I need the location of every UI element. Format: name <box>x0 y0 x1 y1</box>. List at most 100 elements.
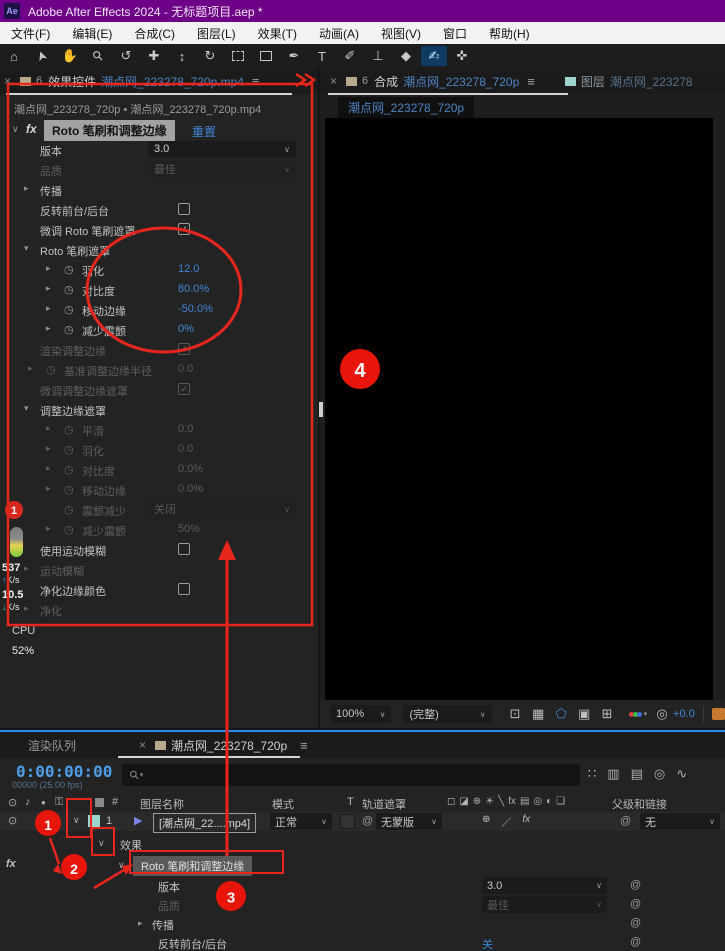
panel-menu-icon[interactable]: ≡ <box>300 738 308 753</box>
mini-flowchart-icon[interactable]: ∷ <box>588 766 596 782</box>
layer-visibility-icon[interactable]: ⊙ <box>8 814 17 827</box>
expand-arrow-icon[interactable]: ▸ <box>46 443 51 454</box>
roto-brush-tool-icon[interactable]: ✍ <box>421 46 447 66</box>
property-dropdown[interactable]: 3.0∨ <box>148 141 296 157</box>
resolution-select[interactable]: (完整)∨ <box>403 705 491 723</box>
expand-arrow-icon[interactable]: ▸ <box>46 263 51 274</box>
stopwatch-icon[interactable]: ◷ <box>64 443 74 456</box>
fx-badge-icon[interactable]: fx <box>6 858 16 870</box>
render-queue-tab[interactable]: 渲染队列 <box>28 737 76 754</box>
track-matte-column-header[interactable]: 轨道遮罩 <box>362 796 406 812</box>
close-icon[interactable]: × <box>330 74 337 88</box>
expand-arrow-icon[interactable]: ▾ <box>24 403 29 414</box>
mode-column-header[interactable]: 模式 <box>272 796 294 812</box>
expand-arrow-icon[interactable]: ▸ <box>46 463 51 474</box>
property-value[interactable]: 0.0 <box>178 423 193 435</box>
property-checkbox[interactable]: ✓ <box>178 383 190 395</box>
layer-tab[interactable]: 图层 <box>581 73 605 90</box>
stopwatch-icon[interactable]: ◷ <box>64 303 74 316</box>
pickwhip-icon[interactable]: @ <box>630 917 641 929</box>
zoom-select[interactable]: 100%∨ <box>330 705 391 723</box>
parent-pickwhip-icon[interactable]: @ <box>620 815 631 827</box>
orbit-camera-tool-icon[interactable]: ↺ <box>113 46 139 66</box>
rectangle-tool-icon[interactable] <box>253 46 279 66</box>
timeline-comp-tab[interactable]: 潮点网_223278_720p <box>171 737 287 754</box>
selection-tool-icon[interactable]: ➤ <box>28 40 56 71</box>
expand-arrow-icon[interactable]: ▸ <box>28 363 33 374</box>
composition-view[interactable] <box>325 118 713 700</box>
hand-tool-icon[interactable]: ✋ <box>57 46 83 66</box>
region-of-interest-icon[interactable]: ▣ <box>573 706 596 722</box>
reset-link[interactable]: 重置 <box>192 123 216 140</box>
property-value[interactable]: 0% <box>178 323 194 335</box>
motion-blur-icon[interactable]: ◎ <box>654 766 665 782</box>
stopwatch-icon[interactable]: ◷ <box>64 523 74 536</box>
layer-row[interactable]: ⊙ ∨ 1 ▶ [潮点网_22....mp4] 正常∨ @ 无蒙版∨ ⊕／fx … <box>0 812 725 831</box>
track-matte-select[interactable]: 无蒙版∨ <box>376 813 442 830</box>
layer-source-name[interactable]: [潮点网_22....mp4] <box>153 813 256 833</box>
home-tool-icon[interactable]: ⌂ <box>1 46 27 66</box>
guides-icon[interactable]: ⊞ <box>596 706 619 722</box>
effect-row[interactable]: fx ∨ Roto 笔刷和调整边缘 <box>0 856 725 876</box>
current-timecode[interactable]: 0:00:00:00 <box>16 762 112 781</box>
exposure-icon[interactable]: ◎ <box>651 706 673 722</box>
menu-item-4[interactable]: 效果(T) <box>247 22 308 44</box>
blend-mode-select[interactable]: 正常∨ <box>270 813 332 830</box>
text-tool-icon[interactable]: T <box>309 46 335 66</box>
parent-link-column-header[interactable]: 父级和链接 <box>612 796 667 812</box>
graph-editor-icon[interactable]: ∿ <box>676 766 687 782</box>
layer-label-swatch[interactable] <box>88 815 100 827</box>
exposure-value[interactable]: +0.0 <box>673 708 695 720</box>
parent-select[interactable]: 无∨ <box>640 813 720 830</box>
brush-tool-icon[interactable]: ✐ <box>337 46 363 66</box>
mask-visibility-icon[interactable]: ⬠ <box>550 706 573 722</box>
clone-stamp-tool-icon[interactable]: ⊥ <box>365 46 391 66</box>
property-checkbox[interactable]: ✓ <box>178 223 190 235</box>
effects-expand-icon[interactable]: ∨ <box>98 838 105 849</box>
property-value[interactable]: 12.0 <box>178 263 199 275</box>
expand-arrow-icon[interactable]: ▸ <box>46 283 51 294</box>
layer-switches[interactable]: ⊕／fx <box>482 814 530 829</box>
layer-switch-1[interactable]: ／ <box>501 814 511 829</box>
expand-arrow-icon[interactable]: ▾ <box>24 243 29 254</box>
panel-menu-icon[interactable]: ≡ <box>527 74 535 89</box>
property-dropdown[interactable]: 最佳∨ <box>148 161 296 177</box>
composition-tab[interactable]: 合成 <box>374 73 398 90</box>
preserve-transparency-toggle[interactable] <box>340 814 355 829</box>
track-z-camera-tool-icon[interactable]: ↕ <box>169 46 195 66</box>
pickwhip-icon[interactable]: @ <box>630 879 641 891</box>
property-dropdown[interactable]: 最佳∨ <box>482 896 607 913</box>
menu-item-3[interactable]: 图层(L) <box>186 22 247 44</box>
property-dropdown[interactable]: 3.0∨ <box>482 877 607 894</box>
stopwatch-icon[interactable]: ◷ <box>46 363 56 376</box>
panel-splitter-handle[interactable] <box>319 402 323 417</box>
shy-layers-icon[interactable]: ▤ <box>631 766 643 782</box>
effect-expand-icon[interactable]: ∨ <box>118 860 125 871</box>
expand-arrow-icon[interactable]: ▸ <box>46 523 51 534</box>
property-value[interactable]: 0.0% <box>178 483 203 495</box>
property-checkbox[interactable] <box>178 203 190 215</box>
stopwatch-icon[interactable]: ◷ <box>64 423 74 436</box>
rotation-tool-icon[interactable]: ↻ <box>197 46 223 66</box>
t-column-header[interactable]: T <box>347 796 354 808</box>
property-value[interactable]: -50.0% <box>178 303 213 315</box>
close-icon[interactable]: × <box>4 74 11 88</box>
snapshot-icon[interactable]: ⊡ <box>504 706 527 722</box>
menu-item-2[interactable]: 合成(C) <box>123 22 186 44</box>
expand-arrow-icon[interactable]: ▸ <box>46 303 51 314</box>
layer-switch-2[interactable]: fx <box>522 814 530 829</box>
stopwatch-icon[interactable]: ◷ <box>64 283 74 296</box>
collapse-chevron-icon[interactable]: ∨ <box>12 124 19 135</box>
panel-menu-icon[interactable]: ≡ <box>252 74 260 89</box>
expand-arrow-icon[interactable]: ▸ <box>138 918 143 929</box>
channel-icon[interactable]: ▾ <box>629 710 648 718</box>
property-value[interactable]: 0.0% <box>178 463 203 475</box>
expand-arrow-icon[interactable]: ▸ <box>46 423 51 434</box>
stopwatch-icon[interactable]: ◷ <box>64 263 74 276</box>
track-matte-pickwhip-icon[interactable]: @ <box>362 815 373 827</box>
effect-controls-tab[interactable]: 效果控件 <box>48 73 96 90</box>
camera-tool-icon[interactable] <box>225 46 251 66</box>
lock-panel-icon[interactable]: 6 <box>36 75 42 87</box>
property-checkbox[interactable] <box>178 583 190 595</box>
stopwatch-icon[interactable]: ◷ <box>64 483 74 496</box>
